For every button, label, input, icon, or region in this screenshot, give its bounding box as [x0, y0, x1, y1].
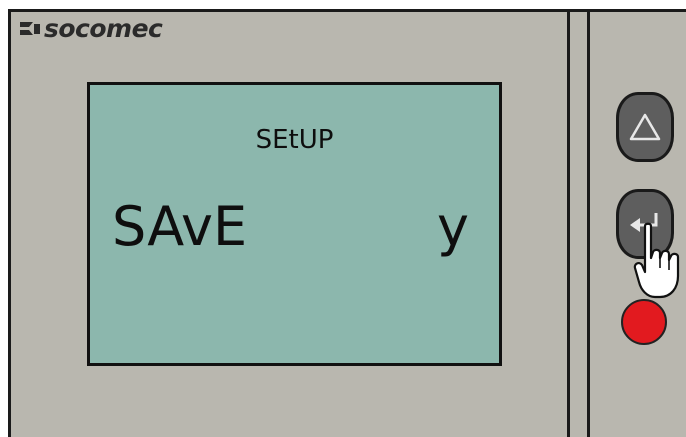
panel-divider: [567, 12, 570, 437]
lcd-display: SEtUP SAvE y: [87, 82, 502, 366]
status-led: [621, 299, 667, 345]
parameter-value: y: [437, 195, 469, 258]
hand-pointer-icon: [633, 222, 680, 299]
up-button[interactable]: [616, 92, 674, 162]
socomec-logo-icon: [20, 22, 40, 35]
device-housing: socomec SEtUP SAvE y: [8, 9, 686, 437]
brand-logo: socomec: [19, 14, 163, 43]
menu-title: SEtUP: [255, 125, 334, 155]
parameter-label: SAvE: [112, 195, 248, 258]
control-panel: [590, 12, 686, 437]
brand-name: socomec: [44, 14, 163, 43]
triangle-up-icon: [629, 113, 661, 141]
